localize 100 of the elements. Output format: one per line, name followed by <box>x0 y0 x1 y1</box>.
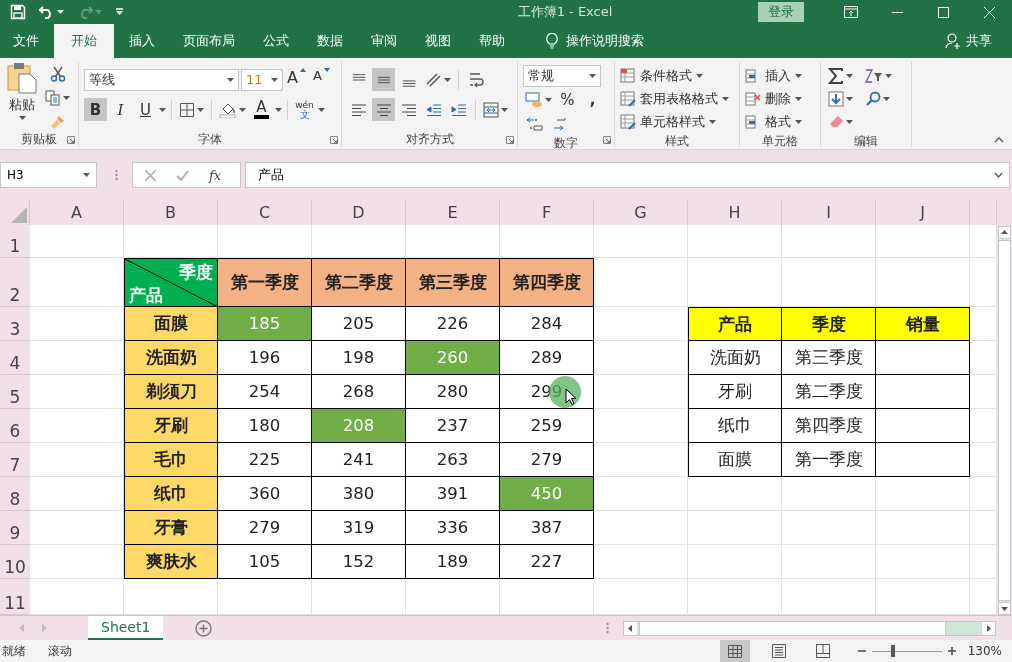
scroll-right-icon[interactable] <box>982 621 995 635</box>
row-header[interactable]: 2 <box>0 258 30 307</box>
font-name-dropdown[interactable]: 等线 <box>84 68 239 91</box>
row-header[interactable]: 7 <box>0 443 30 477</box>
ribbon-menu-button[interactable]: 条件格式 <box>640 65 692 86</box>
paste-button[interactable]: 粘贴 <box>9 96 35 114</box>
align-right-icon[interactable] <box>400 101 417 118</box>
align-left-icon[interactable] <box>350 101 367 118</box>
checkmark-icon[interactable] <box>176 169 189 181</box>
caret-icon[interactable] <box>197 107 204 112</box>
shrink-font-button[interactable]: A <box>310 68 333 91</box>
collapse-ribbon-icon[interactable] <box>994 137 1004 143</box>
name-box[interactable]: H3 <box>0 162 97 188</box>
grow-font-button[interactable]: A <box>285 68 308 91</box>
wrap-text-icon[interactable] <box>467 70 484 89</box>
increase-decimal-icon[interactable] <box>525 116 544 132</box>
font-color-button[interactable]: A <box>250 98 273 121</box>
dialog-launcher-icon[interactable] <box>330 136 338 144</box>
ribbon-menu-button[interactable]: 删除 <box>765 88 791 109</box>
caret-icon[interactable] <box>722 96 729 101</box>
cancel-icon[interactable] <box>145 169 156 181</box>
drag-handle-icon[interactable] <box>115 169 118 181</box>
decrease-indent-icon[interactable] <box>425 101 442 118</box>
close-icon[interactable] <box>983 6 995 18</box>
caret-icon[interactable] <box>275 107 282 112</box>
dialog-launcher-icon[interactable] <box>603 136 611 144</box>
align-center-icon[interactable] <box>375 101 392 118</box>
caret-icon[interactable] <box>795 119 802 124</box>
row-header[interactable]: 8 <box>0 477 30 511</box>
login-button[interactable]: 登录 <box>758 2 804 22</box>
caret-icon[interactable] <box>795 96 802 101</box>
dialog-launcher-icon[interactable] <box>506 136 514 144</box>
comma-button[interactable]: , <box>581 88 604 112</box>
caret-icon[interactable] <box>883 96 890 101</box>
scroll-left-icon[interactable] <box>624 621 637 635</box>
insert-function-button[interactable]: fx <box>209 167 222 183</box>
caret-icon[interactable] <box>545 98 552 102</box>
search-icon[interactable] <box>865 90 881 107</box>
caret-icon[interactable] <box>501 107 508 112</box>
delete-cells-icon[interactable] <box>745 90 761 107</box>
ribbon-menu-button[interactable]: 格式 <box>765 111 791 132</box>
empty-cell[interactable] <box>876 341 970 375</box>
vertical-scrollbar[interactable] <box>998 240 1011 601</box>
customize-icon[interactable] <box>115 8 124 16</box>
autosum-icon[interactable] <box>828 67 844 84</box>
underline-button[interactable]: U <box>134 98 157 121</box>
merge-cells-icon[interactable] <box>483 101 499 118</box>
row-header[interactable]: 11 <box>0 579 30 615</box>
ribbon-menu-button[interactable]: 单元格样式 <box>640 111 705 132</box>
caret-icon[interactable] <box>846 96 853 101</box>
clipboard-icon[interactable] <box>7 62 37 94</box>
fill-color-icon[interactable] <box>219 101 237 118</box>
table-format-icon[interactable] <box>620 90 636 107</box>
caret-icon[interactable] <box>83 173 90 177</box>
expand-icon[interactable] <box>994 172 1003 178</box>
menu-tab[interactable]: 数据 <box>304 24 356 58</box>
sort-filter-icon[interactable] <box>865 67 883 84</box>
empty-cell[interactable] <box>876 443 970 477</box>
normal-view-icon[interactable] <box>727 644 742 658</box>
row-header[interactable]: 3 <box>0 307 30 341</box>
scroll-up-icon[interactable] <box>998 226 1011 239</box>
caret-icon[interactable] <box>227 77 234 82</box>
caret-icon[interactable] <box>57 10 64 14</box>
menu-tab[interactable]: 页面布局 <box>170 24 248 58</box>
cell-styles-icon[interactable] <box>620 113 636 130</box>
zoom-out-icon[interactable] <box>857 647 866 655</box>
formula-input[interactable]: 产品 <box>245 162 1010 188</box>
row-header[interactable]: 6 <box>0 409 30 443</box>
row-header[interactable]: 4 <box>0 341 30 375</box>
sheet-tab[interactable]: Sheet1 <box>88 615 164 640</box>
horizontal-scrollbar[interactable] <box>623 620 996 636</box>
zoom-in-icon[interactable] <box>947 647 956 655</box>
caret-icon[interactable] <box>846 73 853 78</box>
zoom-level[interactable]: 130% <box>967 644 1002 658</box>
menu-tab[interactable]: 插入 <box>116 24 168 58</box>
empty-cell[interactable] <box>876 375 970 409</box>
borders-icon[interactable] <box>179 101 195 118</box>
phonetic-button[interactable]: wén 文 <box>293 98 316 121</box>
menu-tab[interactable]: 帮助 <box>466 24 518 58</box>
ribbon-menu-button[interactable]: 插入 <box>765 65 791 86</box>
fill-down-icon[interactable] <box>828 90 844 107</box>
italic-button[interactable]: I <box>109 98 132 121</box>
number-format-dropdown[interactable]: 常规 <box>523 65 601 87</box>
caret-icon[interactable] <box>239 107 246 112</box>
menu-tab[interactable]: 文件 <box>0 24 52 58</box>
increase-indent-icon[interactable] <box>450 101 467 118</box>
caret-icon[interactable] <box>159 107 166 112</box>
caret-icon[interactable] <box>318 107 325 112</box>
menu-tab[interactable]: 视图 <box>412 24 464 58</box>
dialog-launcher-icon[interactable] <box>67 136 75 144</box>
caret-icon[interactable] <box>709 119 716 124</box>
caret-icon[interactable] <box>18 116 26 120</box>
caret-icon[interactable] <box>696 73 703 78</box>
page-layout-icon[interactable] <box>771 644 786 658</box>
row-header[interactable]: 10 <box>0 545 30 579</box>
caret-icon[interactable] <box>885 73 892 78</box>
caret-icon[interactable] <box>271 77 278 82</box>
copy-icon[interactable] <box>45 89 61 106</box>
add-sheet-icon[interactable] <box>195 619 213 637</box>
share-button[interactable]: 共享 <box>945 24 992 58</box>
